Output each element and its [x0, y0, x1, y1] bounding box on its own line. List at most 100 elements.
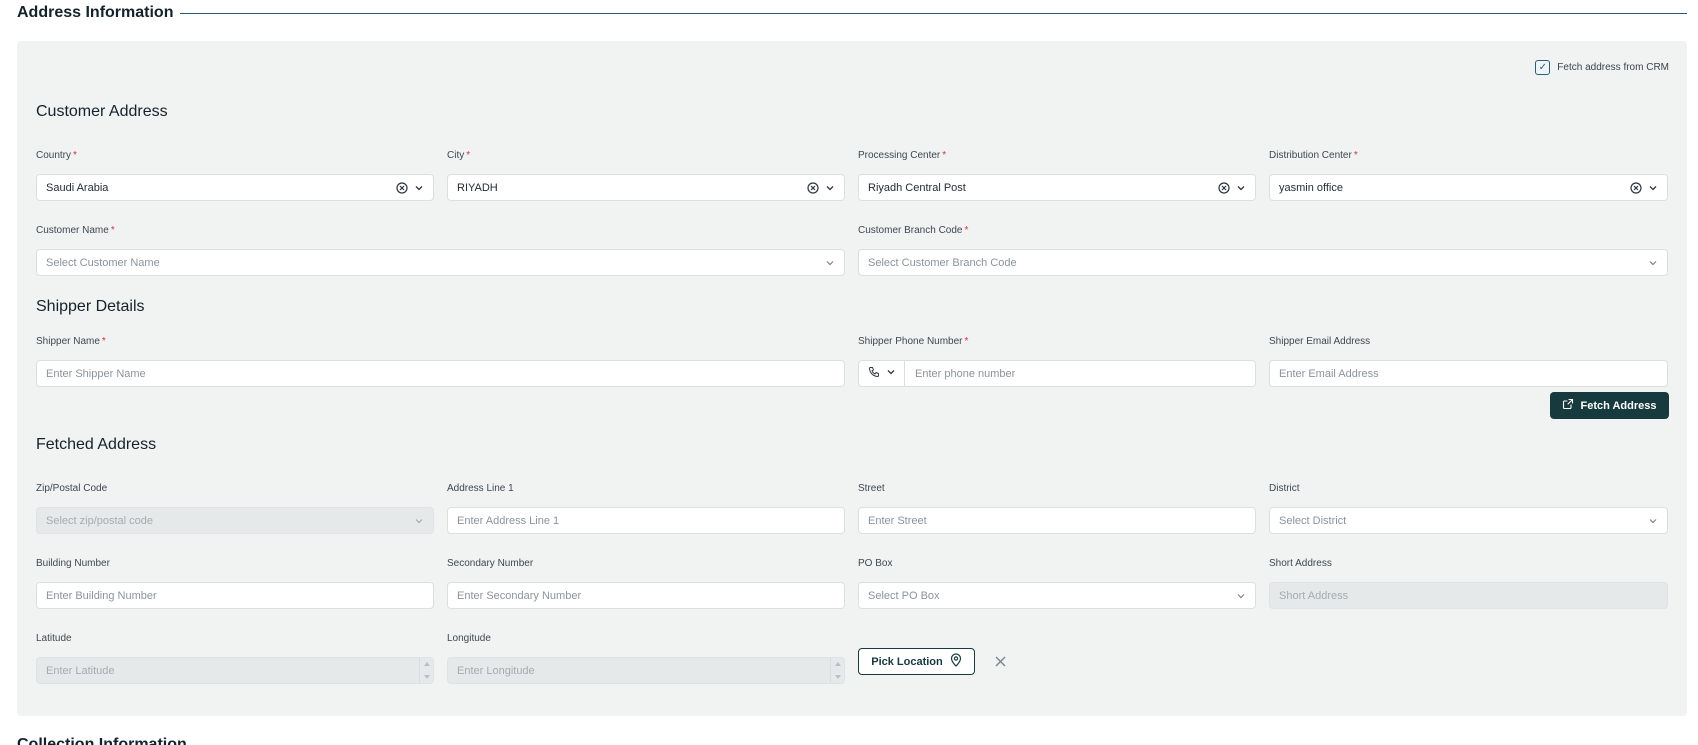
collection-information-heading: Collection Information	[17, 736, 187, 745]
clear-icon[interactable]	[1630, 181, 1642, 194]
country-field: Country * Saudi Arabia	[36, 150, 434, 201]
fetch-address-label: Fetch Address	[1580, 399, 1657, 412]
secondary-number-label: Secondary Number	[447, 558, 534, 569]
customer-name-select[interactable]: Select Customer Name	[36, 249, 845, 276]
chevron-down-icon	[414, 516, 424, 526]
distribution-center-value: yasmin office	[1279, 181, 1343, 194]
customer-name-label: Customer Name *	[36, 225, 115, 236]
address-panel: ✓ Fetch address from CRM Customer Addres…	[17, 41, 1687, 716]
map-pin-icon	[950, 653, 962, 670]
chevron-down-icon[interactable]	[1648, 258, 1658, 268]
clear-icon[interactable]	[396, 181, 408, 194]
short-address-input: Short Address	[1269, 582, 1668, 609]
chevron-down-icon	[886, 367, 896, 380]
longitude-input[interactable]: Enter Longitude	[447, 657, 845, 684]
shipper-email-field: Shipper Email Address Enter Email Addres…	[1269, 336, 1668, 387]
po-box-placeholder: Select PO Box	[868, 589, 940, 602]
phone-prefix-select[interactable]	[859, 361, 905, 386]
shipper-name-label: Shipper Name *	[36, 336, 106, 347]
number-stepper[interactable]	[419, 658, 433, 683]
phone-icon	[868, 366, 880, 381]
po-box-select[interactable]: Select PO Box	[858, 582, 1256, 609]
distribution-center-select[interactable]: yasmin office	[1269, 174, 1668, 201]
chevron-down-icon[interactable]	[825, 258, 835, 268]
address-line1-placeholder: Enter Address Line 1	[457, 514, 560, 527]
country-label: Country *	[36, 150, 77, 161]
shipper-phone-input[interactable]: Enter phone number	[858, 360, 1256, 387]
shipper-email-input[interactable]: Enter Email Address	[1269, 360, 1668, 387]
clear-icon[interactable]	[807, 181, 819, 194]
street-field: Street Enter Street	[858, 483, 1256, 534]
street-label: Street	[858, 483, 885, 494]
customer-name-placeholder: Select Customer Name	[46, 256, 160, 269]
stepper-up-icon[interactable]	[420, 658, 433, 671]
chevron-down-icon[interactable]	[414, 183, 424, 193]
chevron-down-icon[interactable]	[1236, 183, 1246, 193]
section-header: Address Information	[17, 2, 1687, 24]
latitude-placeholder: Enter Latitude	[46, 664, 115, 677]
chevron-down-icon[interactable]	[1648, 516, 1658, 526]
short-address-placeholder: Short Address	[1279, 589, 1349, 602]
customer-address-heading: Customer Address	[36, 103, 168, 120]
section-title: Address Information	[17, 4, 174, 21]
shipper-email-label: Shipper Email Address	[1269, 336, 1371, 347]
clear-location-icon[interactable]	[993, 654, 1007, 668]
district-select[interactable]: Select District	[1269, 507, 1668, 534]
processing-center-select[interactable]: Riyadh Central Post	[858, 174, 1256, 201]
chevron-down-icon[interactable]	[1648, 183, 1658, 193]
fetch-crm-label: Fetch address from CRM	[1557, 62, 1669, 73]
stepper-up-icon[interactable]	[831, 658, 844, 671]
building-number-placeholder: Enter Building Number	[46, 589, 157, 602]
country-select[interactable]: Saudi Arabia	[36, 174, 434, 201]
secondary-number-field: Secondary Number Enter Secondary Number	[447, 558, 845, 609]
secondary-number-placeholder: Enter Secondary Number	[457, 589, 582, 602]
distribution-center-field: Distribution Center * yasmin office	[1269, 150, 1668, 201]
pick-location-button[interactable]: Pick Location	[858, 648, 975, 675]
branch-code-field: Customer Branch Code * Select Customer Br…	[858, 225, 1668, 276]
longitude-placeholder: Enter Longitude	[457, 664, 535, 677]
address-line1-input[interactable]: Enter Address Line 1	[447, 507, 845, 534]
chevron-down-icon[interactable]	[825, 183, 835, 193]
external-link-icon	[1562, 398, 1574, 413]
shipper-name-field: Shipper Name * Enter Shipper Name	[36, 336, 845, 387]
fetch-crm-checkbox[interactable]: ✓	[1535, 60, 1551, 75]
building-number-input[interactable]: Enter Building Number	[36, 582, 434, 609]
branch-code-label: Customer Branch Code *	[858, 225, 969, 236]
address-line1-label: Address Line 1	[447, 483, 514, 494]
city-value: RIYADH	[457, 181, 498, 194]
zip-field: Zip/Postal Code Select zip/postal code	[36, 483, 434, 534]
latitude-input[interactable]: Enter Latitude	[36, 657, 434, 684]
processing-center-field: Processing Center * Riyadh Central Post	[858, 150, 1256, 201]
stepper-down-icon[interactable]	[420, 671, 433, 684]
street-input[interactable]: Enter Street	[858, 507, 1256, 534]
city-label: City *	[447, 150, 471, 161]
city-field: City * RIYADH	[447, 150, 845, 201]
stepper-down-icon[interactable]	[831, 671, 844, 684]
branch-code-placeholder: Select Customer Branch Code	[868, 256, 1017, 269]
branch-code-select[interactable]: Select Customer Branch Code	[858, 249, 1668, 276]
shipper-email-placeholder: Enter Email Address	[1279, 367, 1379, 380]
shipper-phone-label: Shipper Phone Number *	[858, 336, 969, 347]
processing-center-value: Riyadh Central Post	[868, 181, 966, 194]
latitude-label: Latitude	[36, 633, 72, 644]
short-address-field: Short Address Short Address	[1269, 558, 1668, 609]
customer-name-field: Customer Name * Select Customer Name	[36, 225, 845, 276]
zip-select[interactable]: Select zip/postal code	[36, 507, 434, 534]
short-address-label: Short Address	[1269, 558, 1332, 569]
distribution-center-label: Distribution Center *	[1269, 150, 1358, 161]
building-number-field: Building Number Enter Building Number	[36, 558, 434, 609]
secondary-number-input[interactable]: Enter Secondary Number	[447, 582, 845, 609]
building-number-label: Building Number	[36, 558, 110, 569]
shipper-name-input[interactable]: Enter Shipper Name	[36, 360, 845, 387]
fetch-address-button[interactable]: Fetch Address	[1550, 392, 1669, 419]
number-stepper[interactable]	[830, 658, 844, 683]
shipper-details-heading: Shipper Details	[36, 298, 145, 315]
street-placeholder: Enter Street	[868, 514, 927, 527]
phone-placeholder: Enter phone number	[915, 367, 1016, 380]
chevron-down-icon[interactable]	[1236, 591, 1246, 601]
country-value: Saudi Arabia	[46, 181, 109, 194]
city-select[interactable]: RIYADH	[447, 174, 845, 201]
clear-icon[interactable]	[1218, 181, 1230, 194]
district-field: District Select District	[1269, 483, 1668, 534]
fetch-crm-toggle[interactable]: ✓ Fetch address from CRM	[1535, 60, 1669, 75]
